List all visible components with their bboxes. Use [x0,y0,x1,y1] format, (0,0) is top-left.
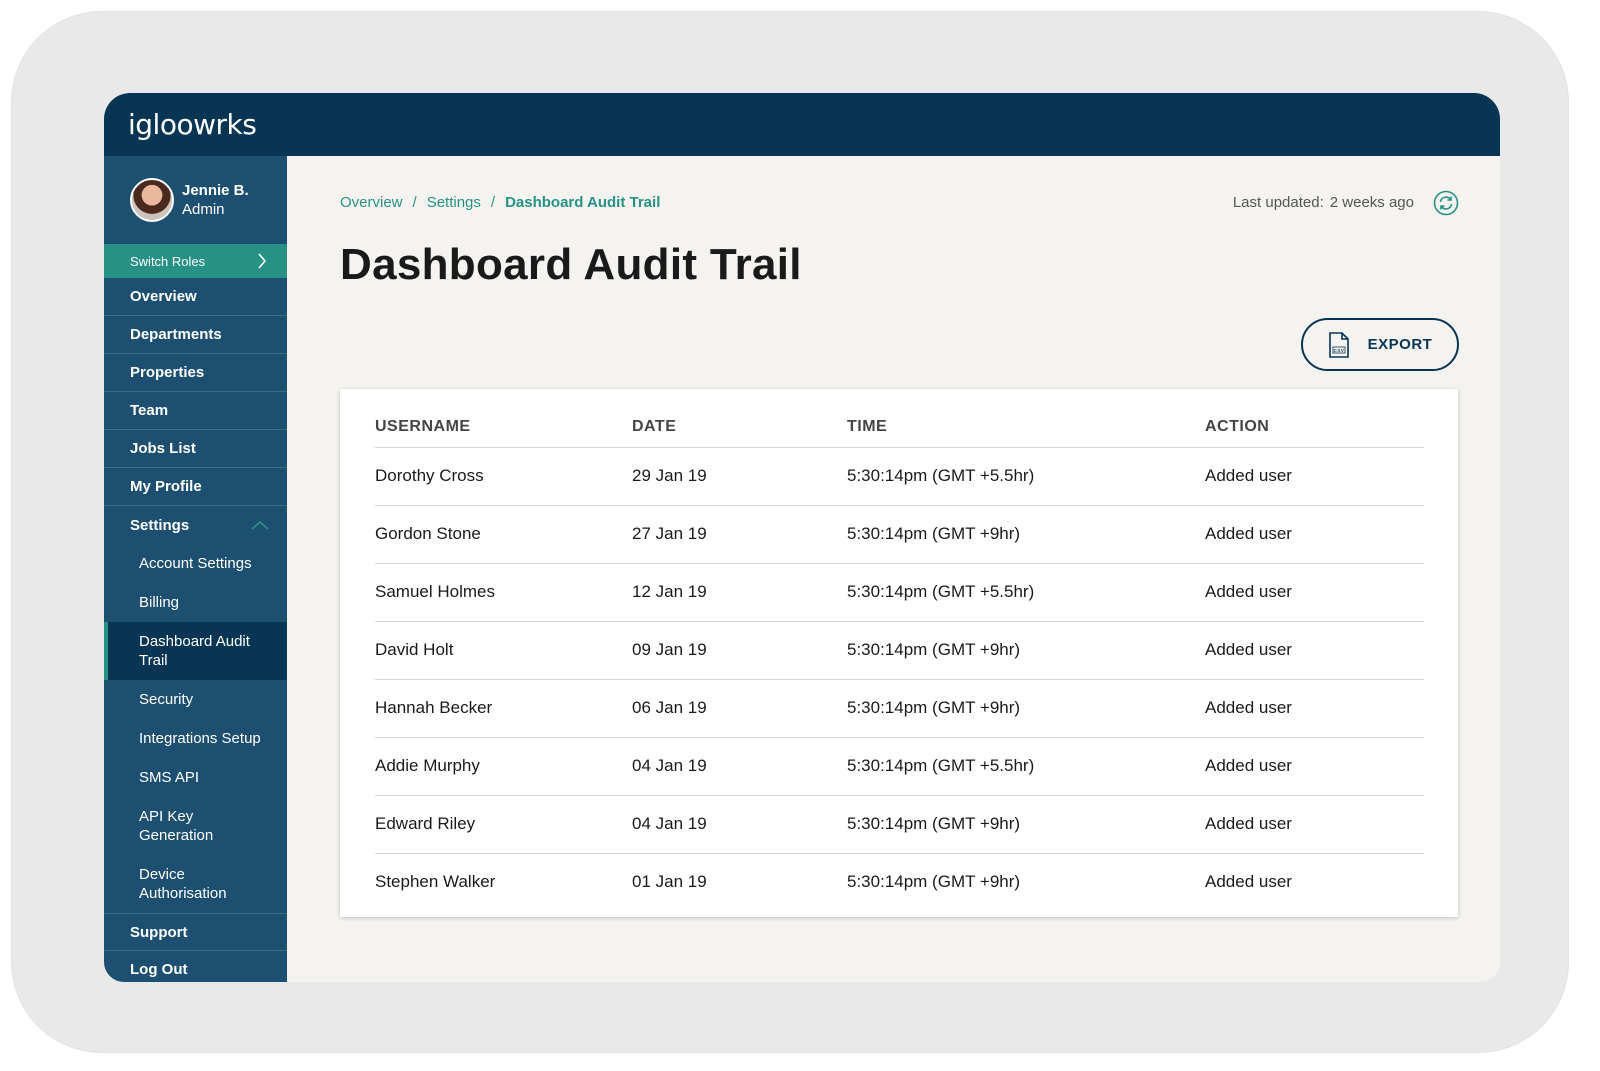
user-name: Jennie B. [182,182,249,199]
breadcrumb-separator: / [490,194,496,211]
export-label: EXPORT [1367,336,1433,353]
sidebar-item-support[interactable]: Support [104,913,287,951]
cell-date: 06 Jan 19 [632,679,847,738]
sidebar-item-overview[interactable]: Overview [104,278,287,316]
column-header-time[interactable]: TIME [847,408,1205,448]
sidebar-item-integrations-setup[interactable]: Integrations Setup [104,719,287,758]
chevron-right-icon [258,253,267,269]
sidebar-item-sms-api[interactable]: SMS API [104,758,287,797]
sidebar: Jennie B. Admin Switch Roles Overview De… [104,156,287,982]
refresh-icon[interactable] [1433,190,1459,216]
cell-time: 5:30:14pm (GMT +5.5hr) [847,447,1205,506]
cell-time: 5:30:14pm (GMT +9hr) [847,621,1205,680]
sidebar-item-api-key-generation[interactable]: API Key Generation [104,797,269,855]
table-row: Hannah Becker 06 Jan 19 5:30:14pm (GMT +… [375,679,1424,738]
cell-username: Gordon Stone [375,505,632,564]
cell-action: Added user [1205,679,1424,738]
csv-file-icon: CSV [1328,331,1349,358]
cell-time: 5:30:14pm (GMT +5.5hr) [847,737,1205,796]
cell-action: Added user [1205,795,1424,854]
cell-username: Samuel Holmes [375,563,632,622]
cell-time: 5:30:14pm (GMT +9hr) [847,679,1205,738]
switch-roles-label: Switch Roles [130,253,206,269]
audit-table: USERNAME DATE TIME ACTION Dorothy Cross … [375,408,1424,911]
cell-username: Stephen Walker [375,872,496,892]
cell-username: David Holt [375,621,632,680]
cell-action: Added user [1205,505,1424,564]
device-frame: igloowrks Jennie B. Admin Switch Roles O… [12,12,1568,1052]
cell-username: Dorothy Cross [375,447,632,506]
sidebar-item-account-settings[interactable]: Account Settings [104,544,287,583]
audit-table-card: USERNAME DATE TIME ACTION Dorothy Cross … [340,389,1458,917]
table-header-row: USERNAME DATE TIME ACTION [375,408,1424,448]
cell-username: Edward Riley [375,795,632,854]
table-row: Stephen Walker 01 Jan 19 5:30:14pm (GMT … [375,853,1424,911]
cell-date: 04 Jan 19 [632,795,847,854]
cell-username: Hannah Becker [375,679,632,738]
column-header-username[interactable]: USERNAME [375,408,632,448]
sidebar-item-log-out[interactable]: Log Out [104,951,287,982]
chevron-up-icon [251,520,269,530]
sidebar-item-team[interactable]: Team [104,392,287,430]
app-screen: igloowrks Jennie B. Admin Switch Roles O… [104,93,1500,982]
cell-action: Added user [1205,737,1424,796]
sidebar-item-properties[interactable]: Properties [104,354,287,392]
svg-text:CSV: CSV [1333,348,1344,353]
column-header-action[interactable]: ACTION [1205,408,1424,448]
breadcrumb-settings[interactable]: Settings [427,194,481,211]
page-title: Dashboard Audit Trail [340,240,802,289]
sidebar-item-billing[interactable]: Billing [104,583,287,622]
breadcrumb: Overview / Settings / Dashboard Audit Trail [340,194,660,211]
table-row: Dorothy Cross 29 Jan 19 5:30:14pm (GMT +… [375,447,1424,506]
sidebar-item-dashboard-audit-trail[interactable]: Dashboard Audit Trail [104,622,287,680]
breadcrumb-separator: / [412,194,417,211]
user-profile[interactable]: Jennie B. Admin [104,156,287,244]
cell-time: 5:30:14pm (GMT +9hr) [847,505,1205,564]
top-bar: igloowrks [104,93,1500,156]
cell-action: Added user [1205,447,1424,506]
app-logo[interactable]: igloowrks [128,108,257,141]
cell-username: Addie Murphy [375,737,632,796]
cell-action: Added user [1205,621,1424,680]
table-row: Samuel Holmes 12 Jan 19 5:30:14pm (GMT +… [375,563,1424,622]
column-header-date[interactable]: DATE [632,408,847,448]
export-button[interactable]: CSV EXPORT [1301,318,1459,371]
avatar [130,178,174,222]
sidebar-item-my-profile[interactable]: My Profile [104,468,287,506]
cell-date: 29 Jan 19 [632,447,847,506]
user-role: Admin [182,201,225,218]
cell-date: 27 Jan 19 [632,505,847,564]
cell-action: Added user [1205,563,1424,622]
cell-date: 04 Jan 19 [632,737,847,796]
switch-roles-button[interactable]: Switch Roles [104,244,287,278]
main-content: Overview / Settings / Dashboard Audit Trail … [287,156,1500,982]
table-row: Edward Riley 04 Jan 19 5:30:14pm (GMT +9… [375,795,1424,854]
last-updated-label: Last updated: [1232,194,1324,211]
cell-action: Added user [1205,872,1292,892]
breadcrumb-current: Dashboard Audit Trail [505,194,661,211]
cell-time: 5:30:14pm (GMT +9hr) [847,872,1021,892]
sidebar-item-security[interactable]: Security [104,680,287,719]
cell-date: 01 Jan 19 [632,872,707,892]
sidebar-item-device-authorisation[interactable]: Device Authorisation [104,855,269,913]
cell-date: 12 Jan 19 [632,563,847,622]
sidebar-item-jobs-list[interactable]: Jobs List [104,430,287,468]
breadcrumb-overview[interactable]: Overview [340,194,403,211]
cell-time: 5:30:14pm (GMT +5.5hr) [847,563,1205,622]
last-updated: Last updated: 2 weeks ago [1233,194,1414,211]
table-row: David Holt 09 Jan 19 5:30:14pm (GMT +9hr… [375,621,1424,680]
cell-time: 5:30:14pm (GMT +9hr) [847,795,1205,854]
last-updated-value: 2 weeks ago [1329,194,1414,211]
table-row: Gordon Stone 27 Jan 19 5:30:14pm (GMT +9… [375,505,1424,564]
sidebar-item-departments[interactable]: Departments [104,316,287,354]
cell-date: 09 Jan 19 [632,621,847,680]
table-row: Addie Murphy 04 Jan 19 5:30:14pm (GMT +5… [375,737,1424,796]
sidebar-item-settings[interactable]: Settings [104,506,287,544]
